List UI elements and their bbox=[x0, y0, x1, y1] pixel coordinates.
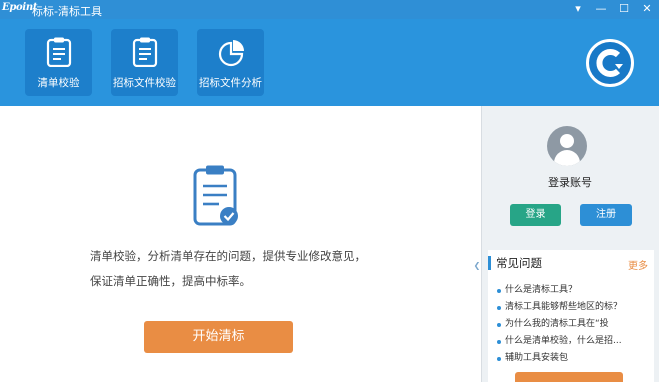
faq-item[interactable]: 什么是清标工具？ bbox=[497, 282, 647, 299]
feature-description: 清单校验，分析清单存在的问题，提供专业修改意见，保证清单正确性，提高中标率。 bbox=[90, 249, 366, 288]
pie-chart-icon bbox=[218, 40, 244, 67]
faq-more-link[interactable]: 更多 bbox=[628, 257, 648, 272]
tool-tender-doc-check[interactable]: 招标文件校验 bbox=[111, 29, 178, 96]
avatar[interactable] bbox=[547, 126, 587, 166]
login-account-label[interactable]: 登录账号 bbox=[482, 174, 658, 190]
brand-logo-icon bbox=[586, 39, 634, 87]
clipboard-icon bbox=[132, 37, 158, 67]
tool-label: 招标文件校验 bbox=[113, 77, 176, 89]
tool-label: 招标文件分析 bbox=[199, 77, 262, 89]
title-bar: Epoint 标标-清标工具 ▾ — ☐ ✕ bbox=[0, 0, 659, 19]
faq-item[interactable]: 什么是清单校验，什么是招... bbox=[497, 333, 647, 350]
tool-bill-check[interactable]: 清单校验 bbox=[25, 29, 92, 96]
bottom-action-button[interactable] bbox=[515, 372, 623, 382]
window-title: 标标-清标工具 bbox=[32, 5, 102, 18]
faq-title: 常见问题 bbox=[496, 256, 542, 270]
main-panel: 清单校验，分析清单存在的问题，提供专业修改意见，保证清单正确性，提高中标率。 开… bbox=[0, 106, 481, 382]
faq-list: 什么是清标工具？ 清标工具能够帮些地区的标？ 为什么我的清标工具在“投 什么是清… bbox=[497, 282, 647, 367]
maximize-button[interactable]: ☐ bbox=[615, 1, 633, 18]
faq-accent-bar bbox=[488, 256, 491, 270]
faq-item[interactable]: 辅助工具安装包 bbox=[497, 350, 647, 367]
clipboard-check-icon bbox=[193, 165, 238, 226]
faq-panel: 常见问题 更多 什么是清标工具？ 清标工具能够帮些地区的标？ 为什么我的清标工具… bbox=[488, 250, 654, 382]
faq-item[interactable]: 为什么我的清标工具在“投 bbox=[497, 316, 647, 333]
toolbar: 清单校验 招标文件校验 招标文件分析 bbox=[0, 19, 659, 106]
tool-tender-doc-analysis[interactable]: 招标文件分析 bbox=[197, 29, 264, 96]
faq-item[interactable]: 清标工具能够帮些地区的标？ bbox=[497, 299, 647, 316]
account-sidebar: 登录账号 登录 注册 ❮ 常见问题 更多 什么是清标工具？ 清标工具能够帮些地区… bbox=[474, 106, 659, 382]
tool-label: 清单校验 bbox=[37, 77, 80, 89]
menu-dropdown-button[interactable]: ▾ bbox=[569, 1, 587, 18]
register-button[interactable]: 注册 bbox=[580, 204, 632, 226]
close-button[interactable]: ✕ bbox=[638, 1, 656, 18]
collapse-arrow-icon[interactable]: ❮ bbox=[473, 256, 481, 276]
clipboard-icon bbox=[46, 37, 72, 67]
minimize-button[interactable]: — bbox=[592, 1, 610, 18]
start-check-button[interactable]: 开始清标 bbox=[144, 321, 293, 353]
login-button[interactable]: 登录 bbox=[510, 204, 561, 226]
